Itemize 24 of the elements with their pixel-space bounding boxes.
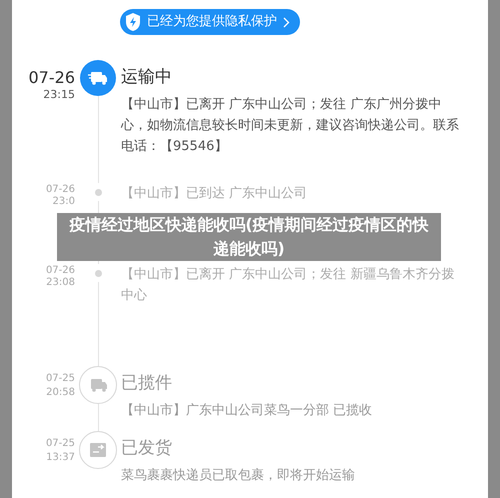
event-time: 20:58 bbox=[46, 386, 75, 400]
event-title: 运输中 bbox=[121, 66, 173, 88]
event-description: 【中山市】已离开 广东中山公司；发往 新疆乌鲁木齐分拨中心 bbox=[121, 266, 456, 305]
event-description: 【中山市】已到达 广东中山公司 bbox=[121, 185, 308, 203]
event-time: 23:08 bbox=[46, 277, 75, 289]
event-date: 07-26 bbox=[46, 184, 75, 196]
event-date: 07-25 bbox=[46, 437, 75, 451]
privacy-button[interactable]: 已经为您提供隐私保护 bbox=[120, 9, 300, 35]
event-time: 13:37 bbox=[46, 451, 75, 465]
event-title: 已揽件 bbox=[121, 372, 173, 394]
event-description: 菜鸟裹裹快递员已取包裹，即将开始运输 bbox=[121, 467, 356, 485]
event-date: 07-26 bbox=[46, 265, 75, 277]
chevron-right-icon bbox=[283, 16, 290, 28]
event-date: 07-26 bbox=[28, 68, 75, 88]
truck-icon bbox=[88, 378, 108, 392]
shield-icon bbox=[125, 13, 141, 31]
title-banner: 疫情经过地区快递能收吗(疫情期间经过疫情区的快递能收吗) bbox=[57, 213, 441, 261]
event-time: 23:0 bbox=[52, 196, 75, 208]
event-title: 已发货 bbox=[121, 437, 173, 459]
event-description: 【中山市】已离开 广东中山公司；发往 广东广州分拨中心，如物流信息较长时间未更新，建议咨询快递公司。联系电话：【95546】 bbox=[121, 96, 460, 156]
event-time: 23:15 bbox=[43, 88, 75, 102]
event-date: 07-25 bbox=[46, 372, 75, 386]
truck-icon bbox=[88, 71, 108, 85]
event-description: 【中山市】广东中山公司菜鸟一分部 已揽收 bbox=[121, 402, 374, 420]
